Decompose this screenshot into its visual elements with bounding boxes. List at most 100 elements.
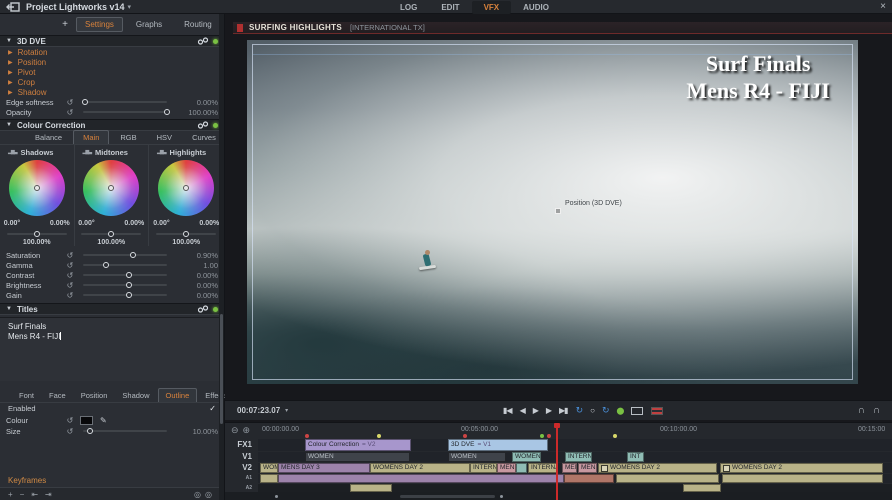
- keyframe-cycle-icon[interactable]: ◎: [205, 490, 212, 499]
- track-label-v2[interactable]: V2: [225, 463, 258, 474]
- reset-icon[interactable]: ↺: [64, 416, 76, 425]
- histogram-icon[interactable]: ▂▆▃: [157, 149, 166, 155]
- tab-settings[interactable]: Settings: [76, 17, 123, 32]
- collapse-icon[interactable]: ▼: [6, 306, 12, 312]
- project-title[interactable]: Project Lightworks v14: [26, 2, 125, 12]
- eyedropper-icon[interactable]: ✎: [100, 416, 107, 425]
- clip[interactable]: 3D DVE = V1: [448, 439, 548, 451]
- slider-handle[interactable]: [129, 251, 136, 258]
- clip[interactable]: WOM: [260, 463, 278, 473]
- expand-icon[interactable]: ▶: [8, 69, 13, 76]
- title-tab-shadow[interactable]: Shadow: [115, 389, 156, 402]
- fields-icon[interactable]: [651, 406, 664, 415]
- track-label-a1[interactable]: A1: [225, 474, 258, 484]
- collapse-icon[interactable]: ▼: [6, 38, 12, 44]
- clip[interactable]: [683, 484, 721, 492]
- group-position[interactable]: ▶ Position: [0, 57, 224, 67]
- keyframe-tool[interactable]: ⇥: [45, 490, 52, 499]
- cc-tab-balance[interactable]: Balance: [26, 131, 71, 144]
- hue-wheel[interactable]: [8, 160, 65, 216]
- clip[interactable]: [350, 484, 392, 492]
- track-label-v1[interactable]: V1: [225, 452, 258, 463]
- slider-handle[interactable]: [81, 98, 88, 105]
- enabled-led[interactable]: [213, 306, 218, 312]
- reset-icon[interactable]: ↺: [64, 108, 76, 117]
- param-slider[interactable]: [83, 291, 167, 298]
- route-link-icon[interactable]: [197, 121, 209, 129]
- clip[interactable]: [722, 474, 883, 483]
- histogram-icon[interactable]: ▂▆▃: [83, 149, 92, 155]
- timeline-marker[interactable]: [613, 434, 617, 438]
- tab-log[interactable]: LOG: [388, 1, 429, 14]
- expand-icon[interactable]: ▶: [8, 89, 13, 96]
- expand-icon[interactable]: ▶: [8, 49, 13, 56]
- clip[interactable]: MENS: [578, 463, 597, 473]
- route-link-icon[interactable]: [197, 37, 209, 45]
- clip[interactable]: MEN: [562, 463, 577, 473]
- clip[interactable]: [516, 463, 527, 473]
- title-tab-outline[interactable]: Outline: [157, 388, 198, 402]
- histogram-icon[interactable]: ▂▆▃: [8, 149, 17, 155]
- wheel-center-dot[interactable]: [108, 185, 115, 191]
- clip[interactable]: WOMENS DAY 2: [598, 463, 717, 473]
- slider-handle[interactable]: [126, 271, 133, 278]
- playhead[interactable]: [554, 423, 560, 500]
- sync-b-icon[interactable]: ↻: [602, 405, 609, 416]
- frame-forward-button[interactable]: ▶: [546, 406, 552, 415]
- viewer-title-bar[interactable]: SURFING HIGHLIGHTS [INTERNATIONAL TX]: [233, 22, 892, 34]
- clip[interactable]: MENS DAY 3: [278, 463, 370, 473]
- param-slider[interactable]: [83, 261, 167, 268]
- hue-wheel[interactable]: [83, 160, 140, 216]
- timeline-marker[interactable]: [547, 434, 551, 438]
- param-slider[interactable]: [83, 427, 167, 434]
- tab-vfx[interactable]: VFX: [471, 0, 512, 14]
- video-monitor[interactable]: Surf Finals Mens R4 - FIJI Position (3D …: [247, 40, 858, 384]
- clip[interactable]: WOMEN: [305, 452, 410, 462]
- slider-handle[interactable]: [33, 230, 40, 237]
- param-slider[interactable]: [83, 271, 167, 278]
- enabled-checkbox[interactable]: ✓: [209, 404, 216, 413]
- clip[interactable]: MEND: [497, 463, 516, 473]
- timecode-caret[interactable]: ▾: [285, 407, 288, 414]
- expand-icon[interactable]: ▶: [8, 79, 13, 86]
- slider-handle[interactable]: [126, 291, 133, 298]
- section-header-3d-dve[interactable]: ▼ 3D DVE: [0, 35, 224, 47]
- reset-icon[interactable]: ↺: [64, 98, 76, 107]
- slider-handle[interactable]: [108, 230, 115, 237]
- cc-tab-hsv[interactable]: HSV: [148, 131, 181, 144]
- slider-handle[interactable]: [102, 261, 109, 268]
- gain-slider[interactable]: [6, 230, 67, 237]
- group-shadow[interactable]: ▶ Shadow: [0, 87, 224, 97]
- clip[interactable]: INTERNA: [470, 463, 497, 473]
- close-icon[interactable]: ×: [880, 1, 886, 12]
- title-tab-position[interactable]: Position: [74, 389, 115, 402]
- enabled-led[interactable]: [213, 38, 218, 44]
- skip-end-button[interactable]: ▶▮: [559, 406, 569, 415]
- gain-slider[interactable]: [156, 230, 217, 237]
- safe-area-icon[interactable]: [631, 406, 644, 415]
- slider-handle[interactable]: [164, 108, 170, 115]
- tab-graphs[interactable]: Graphs: [127, 17, 171, 32]
- title-tab-face[interactable]: Face: [42, 389, 73, 402]
- panel-scrollbar[interactable]: [219, 14, 224, 500]
- reset-icon[interactable]: ↺: [64, 281, 76, 290]
- skip-start-button[interactable]: ▮◀: [503, 406, 513, 415]
- keyframe-cycle-icon[interactable]: ◎: [194, 490, 201, 499]
- marker-icon[interactable]: ⬤: [617, 407, 625, 415]
- zoom-in-icon[interactable]: ⊕: [243, 425, 251, 436]
- keyframe-tool[interactable]: +: [8, 490, 13, 499]
- project-menu-caret[interactable]: ▾: [128, 3, 132, 11]
- timeline-marker[interactable]: [540, 434, 544, 438]
- zoom-out-icon[interactable]: ⊖: [231, 425, 239, 436]
- slider-handle[interactable]: [183, 230, 190, 237]
- collapse-icon[interactable]: ▼: [6, 122, 12, 128]
- clip[interactable]: INT: [627, 452, 644, 462]
- group-crop[interactable]: ▶ Crop: [0, 77, 224, 87]
- keyframe-tool[interactable]: −: [20, 490, 25, 499]
- keyframe-tool[interactable]: ⇤: [31, 490, 38, 499]
- param-slider[interactable]: [83, 251, 167, 258]
- clip[interactable]: WOMEN: [448, 452, 506, 462]
- wheel-center-dot[interactable]: [33, 185, 40, 191]
- timeline-marker[interactable]: [377, 434, 381, 438]
- clip[interactable]: [278, 474, 564, 483]
